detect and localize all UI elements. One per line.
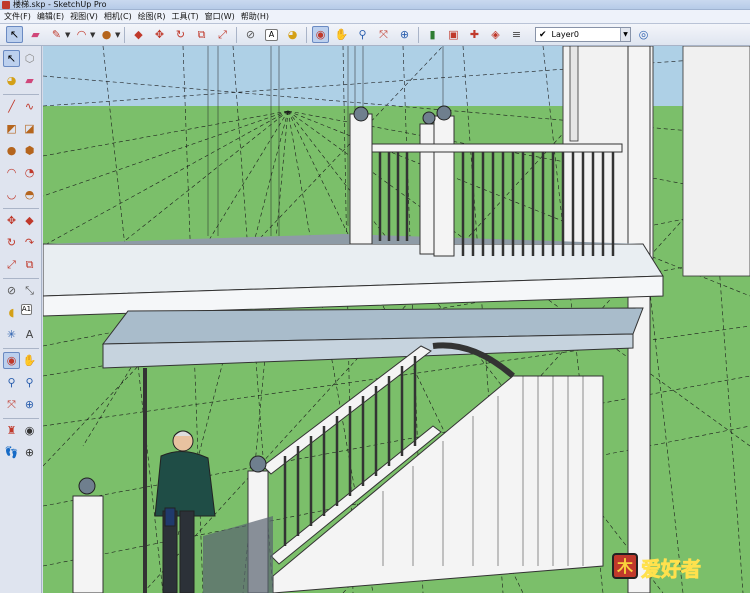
- components-icon[interactable]: ✚: [466, 26, 483, 43]
- look-around-icon[interactable]: ◉: [21, 422, 38, 439]
- paint-bucket-icon[interactable]: ◕: [284, 26, 301, 43]
- watermark-icon: 木: [616, 557, 634, 576]
- layer-name: Layer0: [551, 30, 579, 39]
- share-model-icon[interactable]: ▣: [445, 26, 462, 43]
- protractor-icon[interactable]: ◖: [3, 304, 20, 321]
- layer-dropdown[interactable]: ✔ Layer0 ▼: [535, 27, 631, 42]
- column-back: [569, 46, 579, 142]
- menu-tools[interactable]: 工具(T): [170, 10, 203, 24]
- select-icon[interactable]: ↖: [6, 26, 23, 43]
- axes-icon[interactable]: ✳: [3, 326, 20, 343]
- previous-view-icon[interactable]: ⊕: [396, 26, 413, 43]
- move-icon[interactable]: ✥: [3, 212, 20, 229]
- walk-icon[interactable]: 👣: [3, 444, 20, 461]
- extensions-icon[interactable]: ◈: [487, 26, 504, 43]
- pencil-dropdown-icon[interactable]: ▼: [65, 31, 71, 39]
- pie-icon[interactable]: ◔: [21, 164, 38, 181]
- rectangle-icon[interactable]: ◩: [3, 120, 20, 137]
- rotated-rectangle-icon[interactable]: ◪: [21, 120, 38, 137]
- eraser-icon[interactable]: ▰: [21, 72, 38, 89]
- pan-icon[interactable]: ✋: [333, 26, 350, 43]
- rotate-icon[interactable]: ↻: [3, 234, 20, 251]
- paint-bucket-icon[interactable]: ◕: [3, 72, 20, 89]
- menu-file[interactable]: 文件(F): [2, 10, 35, 24]
- pan-icon[interactable]: ✋: [21, 352, 38, 369]
- zoom-window-icon[interactable]: ⚲: [21, 374, 38, 391]
- offset-icon[interactable]: ⧉: [21, 256, 38, 273]
- model-viewport[interactable]: 木 爱好者: [43, 46, 750, 593]
- menu-camera[interactable]: 相机(C): [102, 10, 136, 24]
- previous-icon[interactable]: ⊕: [21, 396, 38, 413]
- push-pull-icon[interactable]: ◆: [21, 212, 38, 229]
- offset-icon[interactable]: ⧉: [193, 26, 210, 43]
- chevron-down-icon[interactable]: ▼: [620, 28, 630, 41]
- main-toolbar: ↖ ▰ ✎ ▼ ◠ ▼ ● ▼ ◆ ✥ ↻ ⧉ ⤢ ⊘ A ◕ ◉ ✋ ⚲ ⤧ …: [0, 24, 750, 46]
- move-icon[interactable]: ✥: [151, 26, 168, 43]
- select-icon[interactable]: ↖: [3, 50, 20, 67]
- zoom-extents-icon[interactable]: ⤧: [3, 396, 20, 413]
- sketchup-logo-icon: [2, 0, 10, 9]
- tape-measure-icon[interactable]: ⊘: [3, 282, 20, 299]
- window-title: 楼梯.skp - SketchUp Pro: [13, 0, 107, 9]
- section-plane-icon[interactable]: ⊕: [21, 444, 38, 461]
- menu-bar: 文件(F) 编辑(E) 视图(V) 相机(C) 绘图(R) 工具(T) 窗口(W…: [0, 10, 750, 24]
- rotate-icon[interactable]: ↻: [172, 26, 189, 43]
- arc-icon[interactable]: ◠: [73, 26, 90, 43]
- eraser-icon[interactable]: ▰: [27, 26, 44, 43]
- make-component-icon[interactable]: ⬡: [21, 50, 38, 67]
- circle-icon[interactable]: ●: [3, 142, 20, 159]
- menu-window[interactable]: 窗口(W): [203, 10, 239, 24]
- polygon-icon[interactable]: ⬢: [21, 142, 38, 159]
- arc-2pt-icon[interactable]: ◡: [3, 186, 20, 203]
- text-icon[interactable]: A: [265, 28, 278, 41]
- freehand-icon[interactable]: ∿: [21, 98, 38, 115]
- orbit-icon[interactable]: ◉: [3, 352, 20, 369]
- zoom-icon[interactable]: ⚲: [354, 26, 371, 43]
- text-icon[interactable]: A1: [21, 304, 32, 315]
- line-icon[interactable]: ╱: [3, 98, 20, 115]
- arc-3pt-icon[interactable]: ◓: [21, 186, 38, 203]
- follow-me-icon[interactable]: ↷: [21, 234, 38, 251]
- push-pull-icon[interactable]: ◆: [130, 26, 147, 43]
- watermark-text: 爱好者: [641, 557, 701, 581]
- side-wall: [682, 46, 750, 277]
- arc-icon[interactable]: ◠: [3, 164, 20, 181]
- arc-dropdown-icon[interactable]: ▼: [90, 31, 96, 39]
- watermark-logo: 木 爱好者: [612, 553, 701, 581]
- dimension-icon[interactable]: ⤡: [21, 282, 38, 299]
- model-scene: 木 爱好者: [43, 46, 750, 593]
- position-camera-icon[interactable]: ♜: [3, 422, 20, 439]
- circle-icon[interactable]: ●: [98, 26, 115, 43]
- menu-view[interactable]: 视图(V): [68, 10, 102, 24]
- 3d-text-icon[interactable]: A: [21, 326, 38, 343]
- zoom-icon[interactable]: ⚲: [3, 374, 20, 391]
- title-bar: 楼梯.skp - SketchUp Pro: [0, 0, 750, 10]
- layers-panel-icon[interactable]: ◎: [635, 26, 652, 43]
- scale-icon[interactable]: ⤢: [214, 26, 231, 43]
- scale-icon[interactable]: ⤢: [3, 256, 20, 273]
- menu-help[interactable]: 帮助(H): [239, 10, 273, 24]
- left-toolbar: ↖ ⬡ ◕ ▰ ╱ ∿ ◩ ◪ ● ⬢ ◠ ◔ ◡ ◓ ✥ ◆ ↻ ↷ ⤢ ⧉ …: [0, 46, 42, 593]
- zoom-extents-icon[interactable]: ⤧: [375, 26, 392, 43]
- menu-draw[interactable]: 绘图(R): [136, 10, 170, 24]
- layer-visible-check-icon: ✔: [539, 29, 547, 40]
- menu-edit[interactable]: 编辑(E): [35, 10, 68, 24]
- warehouse-icon[interactable]: ▮: [424, 26, 441, 43]
- pencil-icon[interactable]: ✎: [48, 26, 65, 43]
- layer-manager-icon[interactable]: ≡: [508, 26, 525, 43]
- orbit-icon[interactable]: ◉: [312, 26, 329, 43]
- circle-dropdown-icon[interactable]: ▼: [115, 31, 121, 39]
- tape-measure-icon[interactable]: ⊘: [242, 26, 259, 43]
